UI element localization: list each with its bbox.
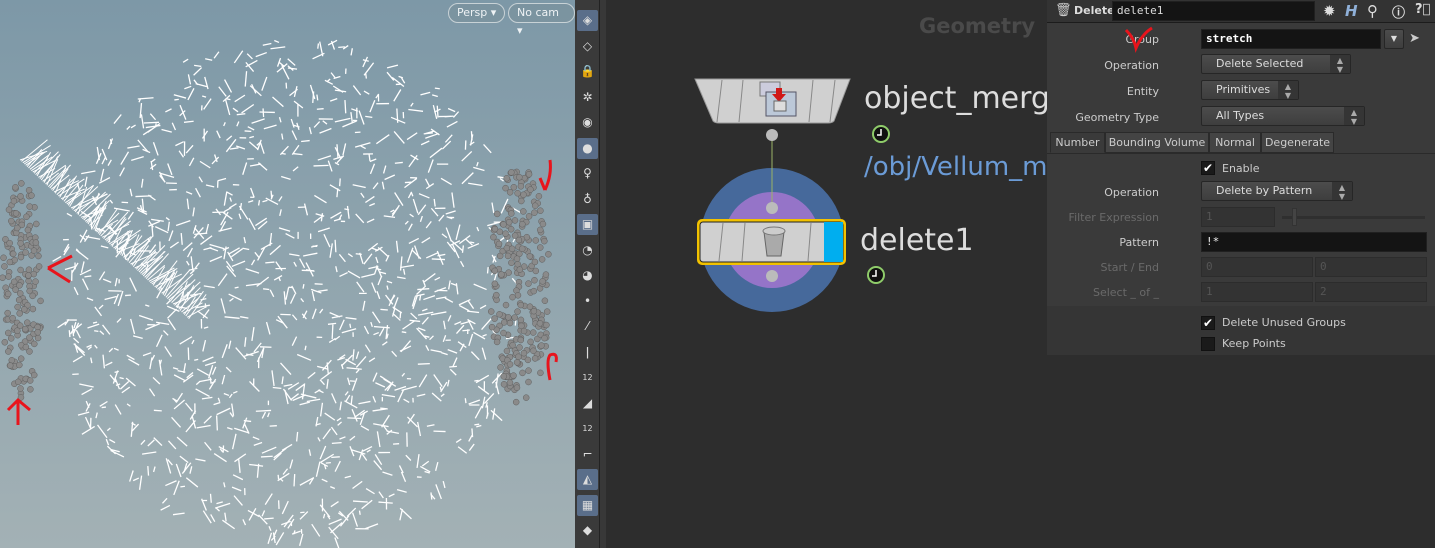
clock-icon [872, 125, 890, 143]
houdini-help-icon[interactable]: H [1345, 2, 1358, 20]
parameter-editor: 🗑 Delete delete1 ✹ H ⚲ ⓘ ?⃝ Group stretc… [1047, 0, 1435, 355]
tab-bounding-volume[interactable]: Bounding Volume [1105, 132, 1209, 153]
checker-icon[interactable]: ▦ [577, 494, 598, 516]
point-icon[interactable]: • [577, 291, 598, 312]
node-name-field[interactable]: delete1 [1112, 1, 1315, 21]
cube-icon[interactable]: ▣ [577, 214, 598, 235]
edge-icon[interactable]: ⌐ [577, 444, 598, 465]
camera-label: No cam [517, 6, 559, 19]
of-field[interactable]: 2 [1315, 282, 1427, 302]
clock-icon [867, 266, 885, 284]
projection-menu[interactable]: Persp ▾ [448, 3, 506, 23]
enable-label: Enable [1222, 162, 1260, 175]
primitive-icon[interactable]: ◢ [577, 393, 598, 414]
ghost-icon[interactable]: ◇ [577, 36, 598, 57]
node-delete1[interactable] [697, 219, 846, 265]
info-icon[interactable]: ⓘ [1392, 2, 1405, 21]
primitive-number-12-icon[interactable]: 12 [577, 418, 598, 439]
node-type-label: Delete [1074, 4, 1115, 17]
network-editor[interactable]: Geometry object_merge /obj/Vellum_me del… [606, 0, 1047, 548]
number-operation-label: Operation [1104, 186, 1159, 199]
slider-handle[interactable] [1292, 208, 1297, 226]
display-flag[interactable] [824, 222, 843, 262]
backface-icon[interactable]: ◭ [577, 469, 598, 490]
display-options-icon[interactable]: ◈ [577, 10, 598, 31]
search-icon[interactable]: ⚲ [1367, 2, 1378, 20]
entity-label: Entity [1126, 85, 1159, 98]
geometry-type-label: Geometry Type [1075, 111, 1159, 124]
start-end-label: Start / End [1100, 261, 1159, 274]
start-field[interactable]: 0 [1201, 257, 1313, 277]
filter-expression-label: Filter Expression [1068, 211, 1159, 224]
keep-points-checkbox[interactable] [1201, 337, 1215, 351]
operation-menu[interactable]: Delete Selected ▲ ▼ [1201, 54, 1351, 74]
viewport-toolbar: ◈ ◇ 🔒 ✲ ◉ ● ♀ ♁ ▣ ◔ ◕ • ⁄ ǀ 12 ◢ 12 ⌐ ◭ ▦ ◆ [575, 0, 600, 548]
empty-panel-area [1047, 355, 1435, 548]
end-field[interactable]: 0 [1315, 257, 1427, 277]
point-number-12-icon[interactable]: 12 [577, 367, 598, 388]
help-icon[interactable]: ?⃝ [1415, 2, 1430, 17]
point-normal-icon[interactable]: ⁄ [577, 316, 598, 337]
operation-label: Operation [1104, 59, 1159, 72]
number-operation-menu[interactable]: Delete by Pattern ▲ ▼ [1201, 181, 1353, 201]
red-arrow-annotation [538, 159, 552, 191]
3d-viewport[interactable]: Persp ▾ No cam ▾ [0, 0, 575, 548]
projection-label: Persp [457, 6, 488, 19]
select-field[interactable]: 1 [1201, 282, 1313, 302]
input-connector[interactable] [766, 202, 778, 214]
light-off-icon[interactable]: ✲ [577, 87, 598, 108]
hair-strands [19, 39, 521, 548]
filter-expression-field[interactable]: 1 [1201, 207, 1275, 227]
select-arrow-icon[interactable]: ➤ [1409, 31, 1420, 46]
operation-value: Delete Selected [1216, 57, 1304, 70]
pattern-field[interactable]: !* [1201, 232, 1427, 252]
red-check-annotation [1124, 26, 1153, 54]
node-object-merge[interactable] [694, 78, 851, 124]
geometry-type-menu[interactable]: All Types ▲ ▼ [1201, 106, 1365, 126]
vertex-icon[interactable]: ǀ [577, 342, 598, 363]
light-shadow-icon[interactable]: ♁ [577, 189, 598, 210]
shading-icon[interactable]: ◉ [577, 112, 598, 133]
eye-icon[interactable]: ◔ [577, 240, 598, 261]
node-subtitle: /obj/Vellum_me [864, 152, 1047, 182]
tab-degenerate[interactable]: Degenerate [1261, 132, 1334, 153]
keep-points-label: Keep Points [1222, 337, 1286, 350]
group-field[interactable]: stretch [1201, 29, 1381, 49]
select-of-label: Select _ of _ [1092, 286, 1159, 299]
tab-number[interactable]: Number [1050, 132, 1105, 153]
particle-spheres [0, 168, 552, 406]
entity-value: Primitives [1216, 83, 1271, 96]
group-menu-button[interactable]: ▼ [1384, 29, 1404, 49]
red-arrow-annotation [6, 397, 31, 425]
trash-icon[interactable]: 🗑 [1055, 3, 1072, 18]
trash-icon [763, 231, 785, 257]
delete-unused-groups-checkbox[interactable]: ✔ [1201, 316, 1215, 330]
delete-unused-groups-label: Delete Unused Groups [1222, 316, 1346, 329]
number-operation-value: Delete by Pattern [1216, 184, 1313, 197]
node-name-label: delete1 [860, 223, 974, 258]
parameter-header: 🗑 Delete delete1 ✹ H ⚲ ⓘ ?⃝ [1047, 0, 1435, 23]
node-name-label: object_merge [864, 81, 1047, 116]
viewport-geometry [0, 39, 558, 548]
camera-icon[interactable]: ◕ [577, 265, 598, 286]
output-connector[interactable] [766, 270, 778, 282]
lock-icon[interactable]: 🔒 [577, 61, 598, 82]
geometry-type-value: All Types [1216, 109, 1265, 122]
diamond-icon[interactable]: ◆ [577, 520, 598, 541]
gear-icon[interactable]: ✹ [1323, 2, 1336, 20]
camera-menu[interactable]: No cam ▾ [508, 3, 575, 37]
output-connector[interactable] [766, 129, 778, 141]
enable-checkbox[interactable]: ✔ [1201, 161, 1215, 175]
red-arrow-annotation [546, 352, 558, 381]
pattern-label: Pattern [1119, 236, 1159, 249]
entity-menu[interactable]: Primitives ▲ ▼ [1201, 80, 1299, 100]
light-icon[interactable]: ♀ [577, 163, 598, 184]
filter-expression-slider[interactable] [1282, 216, 1425, 219]
tab-normal[interactable]: Normal [1209, 132, 1261, 153]
headlight-icon[interactable]: ● [577, 137, 598, 159]
